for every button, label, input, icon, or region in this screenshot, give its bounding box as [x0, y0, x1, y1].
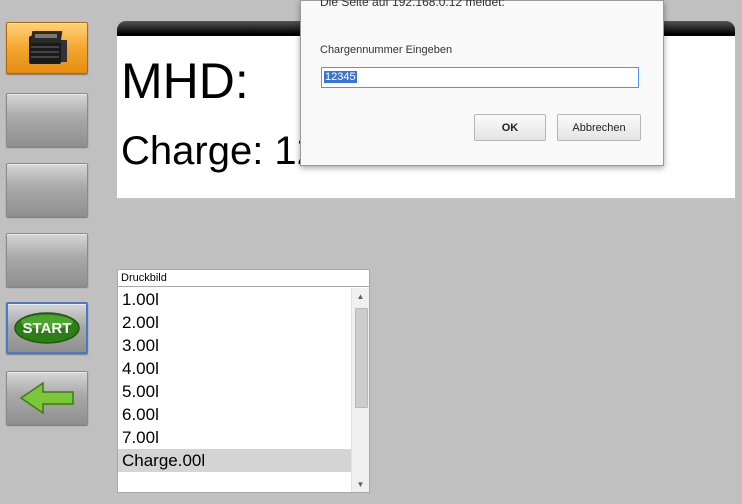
list-header: Druckbild — [118, 270, 369, 287]
scroll-down-icon[interactable]: ▼ — [352, 476, 369, 492]
arrow-left-icon — [19, 381, 74, 415]
charge-number-value: 12345 — [324, 71, 357, 83]
sidebar-button-2[interactable] — [6, 163, 88, 217]
sidebar-printer-button[interactable] — [6, 22, 88, 74]
list-items[interactable]: 1.00l 2.00l 3.00l 4.00l 5.00l 6.00l 7.00… — [118, 288, 351, 472]
list-item-selected[interactable]: Charge.00l — [118, 449, 351, 472]
scroll-up-icon[interactable]: ▲ — [352, 288, 369, 304]
print-layout-list[interactable]: Druckbild 1.00l 2.00l 3.00l 4.00l 5.00l … — [117, 269, 370, 493]
start-label: START — [22, 319, 72, 337]
cancel-button[interactable]: Abbrechen — [557, 114, 641, 141]
charge-number-input[interactable]: 12345 — [321, 67, 639, 88]
list-item[interactable]: 6.00l — [118, 403, 351, 426]
back-button[interactable] — [6, 371, 88, 425]
list-item[interactable]: 1.00l — [118, 288, 351, 311]
list-item[interactable]: 2.00l — [118, 311, 351, 334]
list-item[interactable]: 4.00l — [118, 357, 351, 380]
list-item[interactable]: 7.00l — [118, 426, 351, 449]
dialog-title: Die Seite auf 192.168.0.12 meldet: — [320, 0, 505, 9]
ok-button[interactable]: OK — [474, 114, 546, 141]
sidebar-button-3[interactable] — [6, 233, 88, 287]
prompt-dialog: Die Seite auf 192.168.0.12 meldet: Charg… — [300, 0, 664, 166]
start-button[interactable]: START — [6, 302, 88, 354]
list-scrollbar[interactable]: ▲ ▼ — [351, 288, 369, 492]
printer-icon — [29, 31, 67, 64]
dialog-prompt: Chargennummer Eingeben — [320, 44, 453, 56]
scroll-thumb[interactable] — [355, 308, 368, 408]
mhd-label: MHD: — [121, 53, 249, 109]
list-item[interactable]: 3.00l — [118, 334, 351, 357]
sidebar-button-1[interactable] — [6, 93, 88, 147]
list-item[interactable]: 5.00l — [118, 380, 351, 403]
